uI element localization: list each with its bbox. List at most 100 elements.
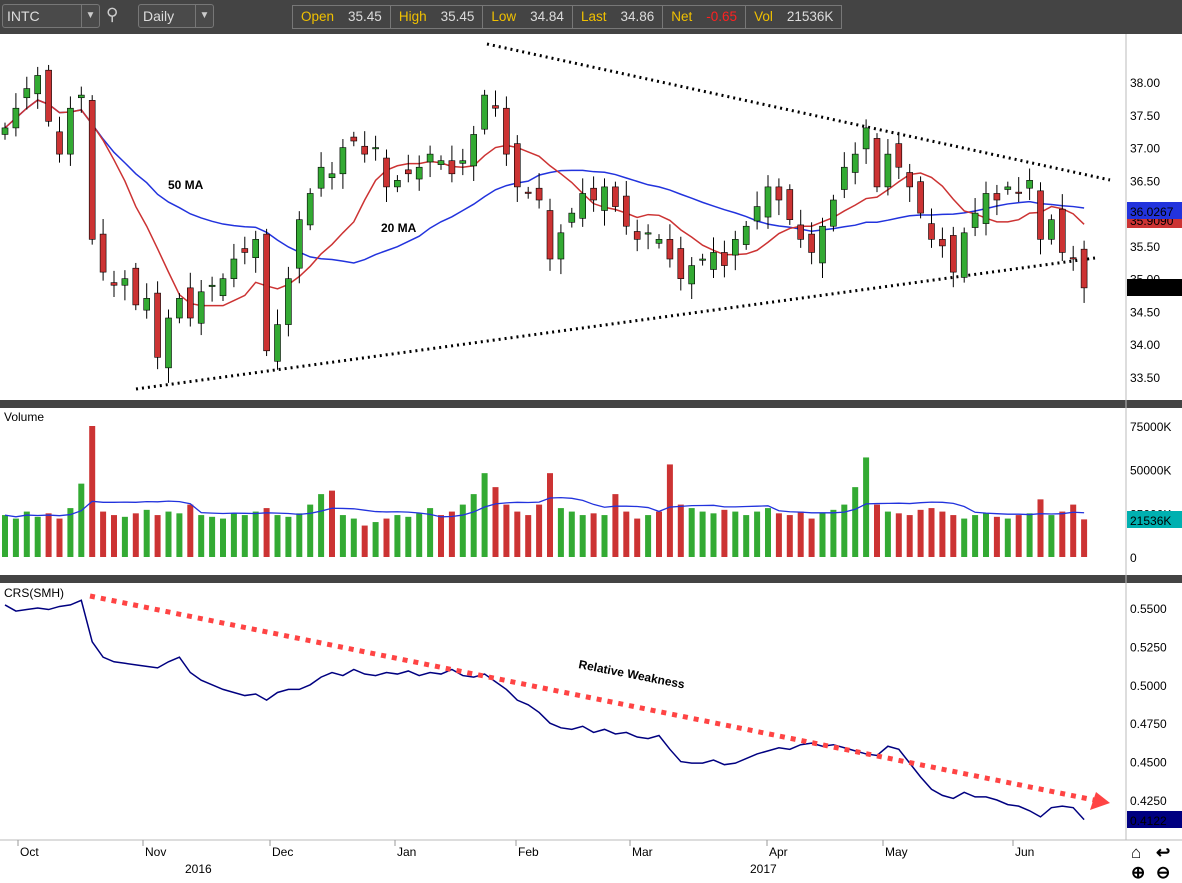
year-label: 2016 [185,862,212,876]
month-label: Jun [1015,845,1034,859]
zoom-out-icon[interactable]: ⊖ [1156,863,1170,883]
price-tick: 33.50 [1130,371,1160,385]
candle [78,94,85,99]
candle [1026,180,1033,189]
month-label: Mar [632,845,653,859]
ma20-label: 20 MA [381,221,417,235]
candle [230,258,238,279]
volume-bar [906,515,913,557]
candle [819,225,826,264]
volume-bar [154,515,161,557]
volume-bar [339,515,346,557]
candle [960,232,968,278]
candle [612,186,619,207]
candle [306,193,314,226]
volume-bar [78,483,85,557]
crs-tick: 0.5250 [1130,640,1167,654]
volume-bar [329,490,335,557]
volume-bar [568,511,575,557]
candle [1069,257,1077,260]
upper-trendline [486,42,1111,182]
volume-bar [666,464,673,557]
volume-bar [263,508,270,557]
candle [34,75,42,95]
stock-chart[interactable]: 38.0037.5037.0036.5036.0035.5035.0034.50… [0,0,1182,883]
crs-tick: 0.4500 [1130,756,1167,770]
candle [394,180,401,188]
volume-bar [634,518,641,557]
volume-bar [350,518,357,557]
volume-bar [209,516,216,557]
volume-bar [1048,515,1055,557]
month-label: Feb [518,845,539,859]
crs-tick: 0.5000 [1130,679,1167,693]
candle [928,223,935,240]
volume-bar [557,508,564,557]
month-label: May [885,845,908,859]
volume-bar [547,473,553,557]
candle [840,166,848,190]
candle [949,235,957,273]
price-tick: 37.00 [1130,142,1160,156]
candle [906,172,914,188]
volume-bar [525,515,532,557]
volume-bar [972,515,979,557]
candle [132,267,140,306]
zoom-in-icon[interactable]: ⊕ [1131,863,1145,883]
volume-bar [438,515,444,557]
ma50-value-tag: 36.0267 [1130,205,1174,219]
candle [88,100,96,240]
candle [939,239,946,247]
volume-bar [710,513,717,557]
volume-bar [645,515,652,557]
volume-bar [416,513,423,557]
price-tick: 35.50 [1130,240,1160,254]
candle [699,258,706,261]
candle [274,324,281,362]
volume-bar [12,518,19,557]
volume-bar [623,511,630,557]
candle [721,252,728,266]
volume-bar [121,516,128,557]
candle [372,147,379,150]
candle [601,186,608,211]
month-label: Oct [20,845,39,859]
volume-bar [874,504,880,557]
candle [753,206,761,222]
volume-bar [939,511,946,557]
candle [873,138,881,188]
candle [775,186,783,201]
volume-bar [481,473,488,557]
candle [513,143,521,188]
volume-bar [536,504,543,557]
volume-bar [808,518,815,557]
lower-trendline [135,256,1096,391]
volume-bar [503,504,510,557]
candle [110,282,118,286]
home-icon[interactable]: ⌂ [1131,843,1141,863]
volume-bar [699,511,706,557]
volume-bar [394,515,401,557]
candle [971,212,979,228]
crs-tick: 0.4750 [1130,717,1167,731]
volume-tick: 50000K [1130,464,1171,478]
candle [328,173,336,179]
candle [993,193,1001,201]
volume-bar [143,509,150,557]
candle [339,147,347,175]
undo-icon[interactable]: ↩ [1156,843,1170,863]
arrowhead-icon [1090,792,1110,810]
volume-bar [1081,519,1088,557]
volume-bar [775,513,782,557]
candle [830,199,837,227]
candle [1080,248,1088,289]
candle [917,181,924,214]
volume-bar [285,516,292,557]
volume-bar [884,511,891,557]
candle [1059,208,1066,253]
volume-bar [132,513,139,557]
candle [23,88,31,99]
volume-bar [198,515,205,557]
crs-line [4,599,1085,821]
volume-bar [1059,511,1066,557]
